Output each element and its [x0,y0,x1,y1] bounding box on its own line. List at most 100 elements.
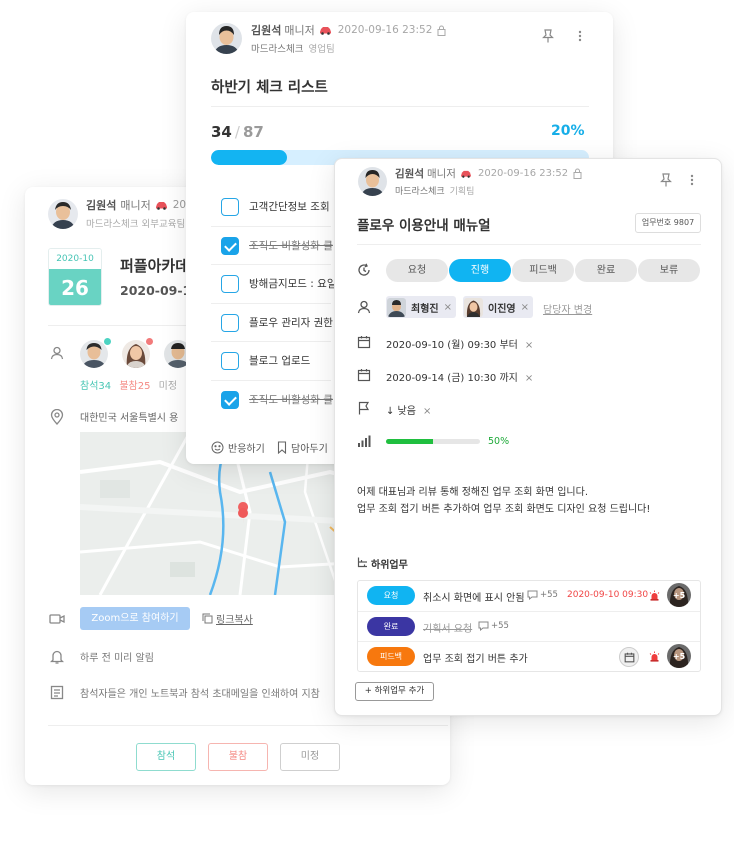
clear-end-icon[interactable]: × [525,373,533,384]
subtask-row[interactable]: 완료 기획서 요청 +55 [358,612,700,642]
author-avatar[interactable] [211,23,242,54]
post-timestamp: 2020-09-16 23:52 [477,168,569,179]
author-company: 마드라스체크 [86,219,139,230]
subtask-status-badge[interactable]: 요청 [367,586,415,605]
author-name: 김원석 [86,199,117,212]
event-author-header: 김원석 매니저 20 마드라스체크 외부교육팀 [48,197,186,230]
copy-link-label: 링크복사 [216,615,253,626]
checkbox[interactable] [221,236,239,255]
car-icon [155,201,168,210]
checklist-percent: 20% [551,123,585,139]
checkbox[interactable] [221,313,239,332]
author-avatar[interactable] [358,167,387,196]
rsvp-undecided-button[interactable]: 미정 [280,743,340,771]
status-button[interactable]: 피드백 [512,259,574,282]
status-button[interactable]: 보류 [638,259,700,282]
status-button[interactable]: 진행 [449,259,511,282]
copy-link-button[interactable]: 링크복사 [202,611,253,626]
calendar-icon [357,368,371,382]
undecided-count[interactable]: 미정 [159,381,177,392]
subtask-assignee-avatar[interactable]: +5 [667,583,691,607]
change-assignee-link[interactable]: 담당자 변경 [543,301,592,316]
subtask-row[interactable]: 요청 취소시 화면에 표시 안됨 +55 2020-09-10 09:30 +5 [358,581,700,611]
extra-assignee-count: +5 [672,651,686,661]
extra-assignee-count: +5 [672,590,686,600]
checkbox[interactable] [221,390,239,409]
checklist-item-label: 고객간단정보 조회 [249,201,330,213]
attendance-stats: 참석34 불참25 미정 [80,377,177,392]
task-number-badge: 업무번호 9807 [635,213,701,233]
checklist-item[interactable]: 방해금지모드 : 요일 [221,265,341,303]
subtask-assignee-avatar[interactable]: +5 [667,644,691,668]
checkbox[interactable] [221,352,239,370]
subtask-status-badge[interactable]: 피드백 [367,647,415,666]
calendar-icon[interactable] [619,647,639,667]
end-date-field[interactable]: 2020-09-14 (금) 10:30 까지 × [386,369,533,384]
assignee-name: 이진영 [488,303,516,315]
more-menu-icon[interactable] [690,173,694,187]
event-memo: 참석자들은 개인 노트북과 참석 초대메일을 인쇄하여 지참 [80,689,320,700]
more-menu-icon[interactable] [578,29,582,43]
author-role: 매니저 [120,199,151,212]
checkbox[interactable] [221,198,239,216]
assignee-chip[interactable]: 최형진 × [386,296,456,318]
author-avatar[interactable] [48,198,78,229]
task-progress-bar[interactable] [386,439,480,444]
attend-count[interactable]: 참석34 [80,381,111,392]
car-icon [319,26,332,35]
react-button[interactable]: 반응하기 [211,440,265,455]
checkbox[interactable] [221,275,239,293]
checklist-item[interactable]: 고객간단정보 조회 [221,188,341,226]
clear-start-icon[interactable]: × [525,340,533,351]
save-button[interactable]: 담아두기 [277,440,328,455]
task-title: 플로우 이용안내 매뉴얼 [357,218,491,234]
checklist-item[interactable]: 조직도 비활성화 클 [221,381,341,419]
comment-icon [478,621,489,631]
subtasks-title: 하위업무 [371,560,408,571]
remove-assignee-icon[interactable]: × [521,302,529,313]
checklist-item-label: 블로그 업로드 [249,355,311,367]
lock-icon [437,25,446,36]
subtask-row[interactable]: 피드백 업무 조회 접기 버튼 추가 +5 [358,642,700,672]
assignee-avatar [387,297,406,317]
status-button[interactable]: 완료 [575,259,637,282]
checklist-item[interactable]: 블로그 업로드 [221,342,341,380]
calendar-icon [357,335,371,349]
author-company: 마드라스체크 [395,187,445,197]
alarm-siren-icon [649,590,660,601]
subtask-status-badge[interactable]: 완료 [367,617,415,636]
checklist-item[interactable]: 플로우 관리자 권한 [221,304,341,342]
comment-count: +55 [491,621,509,631]
absent-count[interactable]: 불참25 [119,381,150,392]
person-icon [49,345,65,361]
attend-status-dot [103,337,112,346]
divider [48,725,448,726]
start-date-field[interactable]: 2020-09-10 (월) 09:30 부터 × [386,336,533,351]
progress-fill [211,150,287,165]
task-author-header: 김원석 매니저 2020-09-16 23:52 마드라스체크 기획팀 [358,166,582,197]
reminder-text: 하루 전 미리 알림 [80,653,154,664]
priority-field[interactable]: ↓ 낮음 × [386,402,431,417]
react-label: 반응하기 [228,444,265,455]
subtask-title: 기획서 요청 [423,624,473,635]
checklist-item[interactable]: 조직도 비활성화 클 [221,227,341,265]
add-subtask-button[interactable]: + 하위업무 추가 [355,682,434,701]
remove-assignee-icon[interactable]: × [444,302,452,313]
status-button[interactable]: 요청 [386,259,448,282]
start-date: 2020-09-10 (월) 09:30 부터 [386,340,518,351]
date-box-month: 2020-10 [49,249,101,269]
checklist-item-label: 플로우 관리자 권한 [249,316,333,329]
subtask-title: 취소시 화면에 표시 안됨 [423,593,525,604]
location-pin-icon [49,409,65,425]
rsvp-attend-button[interactable]: 참석 [136,743,196,771]
status-cycle-icon [357,263,371,277]
pin-icon[interactable] [542,29,554,43]
zoom-join-button[interactable]: Zoom으로 참여하기 [80,607,190,630]
assignee-chip[interactable]: 이진영 × [463,296,533,318]
rsvp-absent-button[interactable]: 불참 [208,743,268,771]
author-role: 매니저 [284,24,315,37]
clear-priority-icon[interactable]: × [423,406,431,417]
pin-icon[interactable] [660,173,672,187]
progress-fill [386,439,433,444]
car-icon [460,170,472,178]
